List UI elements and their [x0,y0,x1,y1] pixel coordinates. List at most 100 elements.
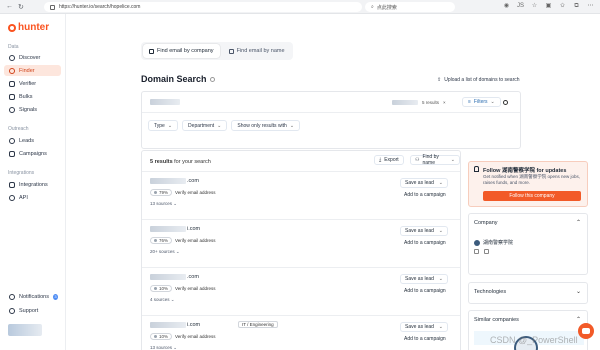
verify-email-link[interactable]: Verify email address [175,238,216,243]
more-icon[interactable]: ⋯ [587,3,594,10]
email-local-part [150,226,186,232]
confidence-row: 79% Verify email address [150,189,216,196]
globe-icon[interactable] [474,249,479,254]
search-mode-tabs: Find email by company Find email by name [141,42,293,60]
sidebar-item-verifier[interactable]: Verifier [4,78,61,89]
email-address[interactable]: .com [150,178,199,184]
filters-button[interactable]: ≡ Filters ⌄ [462,97,501,107]
tab-find-by-company[interactable]: Find email by company [143,44,220,58]
status-dot-icon [154,335,157,338]
help-icon[interactable] [209,76,215,82]
chat-support-button[interactable] [578,323,594,339]
person-search-icon: ⚇ [415,157,420,163]
save-as-lead-button[interactable]: Save as lead ⌄ [400,178,448,188]
clear-icon[interactable]: × [443,100,446,105]
url-text[interactable]: https://hunter.io/search/hopelice.com [59,4,140,10]
save-as-lead-button[interactable]: Save as lead ⌄ [400,274,448,284]
confidence-badge: 79% [150,189,173,196]
email-address[interactable]: i.com [150,226,200,232]
sidebar-item-support[interactable]: Support [4,305,61,316]
email-address[interactable]: .com [150,274,199,280]
sidebar-item-signals[interactable]: Signals [4,104,61,115]
company-card: Company ⌃ 湖南警察学院 [468,213,588,275]
compass-icon [9,54,15,61]
star-icon[interactable]: ☆ [531,3,538,10]
page-title-text: Domain Search [141,74,207,84]
show-only-dropdown[interactable]: Show only results with ⌄ [231,120,301,131]
sidebar-item-label: API [19,194,28,201]
sources-toggle[interactable]: 13 sources ⌄ [150,345,177,350]
building-icon[interactable] [484,249,489,254]
browser-search-placeholder[interactable]: 点此搜索 [377,4,397,11]
sources-label: 13 sources [150,345,173,350]
send-icon [9,150,15,157]
verify-email-link[interactable]: Verify email address [175,286,216,291]
add-to-campaign-button[interactable]: Add to a campaign [404,192,446,198]
verify-email-link[interactable]: Verify email address [175,334,216,339]
notification-count-badge: 3 [52,293,58,300]
sidebar-item-campaigns[interactable]: Campaigns [4,148,61,159]
tab-find-by-name[interactable]: Find email by name [223,44,291,58]
sidebar-item-finder[interactable]: Finder [4,65,61,76]
extension-icon[interactable]: ◉ [503,3,510,10]
account-avatar[interactable] [8,324,42,336]
type-dropdown[interactable]: Type ⌄ [148,120,179,131]
split-icon[interactable]: ▣ [545,3,552,10]
company-logo [474,239,480,246]
sidebar-item-leads[interactable]: Leads [4,135,61,146]
sidebar-item-bulks[interactable]: Bulks [4,91,61,102]
chevron-down-icon: ⌄ [173,201,178,206]
add-to-campaign-button[interactable]: Add to a campaign [404,288,446,294]
export-button[interactable]: ⤓ Export [374,155,404,165]
domain-input-value[interactable] [150,99,180,105]
sources-toggle[interactable]: 20+ sources ⌄ [150,249,180,255]
find-by-name-button[interactable]: ⚇ Find by name ⌄ [410,154,460,166]
department-dropdown[interactable]: Department ⌄ [182,120,228,131]
follow-title: Follow 湖南警察学院 for updates [483,168,567,174]
sidebar-item-notifications[interactable]: Notifications 3 [4,291,61,302]
profile-badge[interactable]: JS [517,3,524,10]
chevron-down-icon[interactable]: ⌄ [576,288,581,295]
results-count: 5 results [422,99,440,105]
add-to-campaign-button[interactable]: Add to a campaign [404,336,446,342]
confidence-badge: 10% [150,333,173,340]
email-local-part [150,274,186,280]
reload-icon[interactable]: ↻ [18,3,24,11]
results-header: 5 results for your search [150,159,211,165]
hunter-logo[interactable]: hunter [8,22,49,33]
section-label-outreach: Outreach [8,126,29,132]
collections-icon[interactable]: ⧉ [573,3,580,10]
back-icon[interactable]: ← [6,3,13,10]
chevron-up-icon[interactable]: ⌃ [576,316,581,323]
chevron-down-icon: ⌄ [450,157,455,163]
search-button[interactable] [498,96,512,108]
save-as-lead-button[interactable]: Save as lead ⌄ [400,322,448,332]
status-dot-icon [154,191,157,194]
sidebar-item-discover[interactable]: Discover [4,52,61,63]
follow-company-button[interactable]: Follow this company [483,191,581,201]
table-row: i.com 76% Verify email address 20+ sourc… [142,219,460,265]
verify-email-link[interactable]: Verify email address [175,190,216,195]
save-label: Save as lead [405,180,434,186]
browser-search-box[interactable]: ⌕ 点此搜索 [365,2,455,12]
email-domain: .com [187,178,199,184]
sidebar-item-api[interactable]: API [4,192,61,203]
tab-label: Find email by company [157,48,214,54]
person-icon [228,48,234,54]
sidebar-item-label: Bulks [19,93,33,100]
save-label: Save as lead [405,324,434,330]
save-as-lead-button[interactable]: Save as lead ⌄ [400,226,448,236]
favorites-icon[interactable]: ✩ [559,3,566,10]
email-address[interactable]: i.com [150,322,200,328]
filter-dropdowns: Type ⌄ Department ⌄ Show only results wi… [148,120,301,131]
sources-toggle[interactable]: 4 sources ⌄ [150,297,175,303]
sidebar-item-integrations[interactable]: Integrations [4,179,61,190]
address-bar[interactable]: https://hunter.io/search/hopelice.com [44,2,362,12]
sources-toggle[interactable]: 13 sources ⌄ [150,201,177,207]
sidebar-item-label: Leads [19,137,34,144]
logo-mark-icon [8,23,16,32]
upload-domains-button[interactable]: ⇪ Upload a list of domains to search [433,74,524,85]
sidebar-item-label: Verifier [19,80,37,87]
add-to-campaign-button[interactable]: Add to a campaign [404,240,446,246]
chevron-up-icon[interactable]: ⌃ [576,219,581,226]
